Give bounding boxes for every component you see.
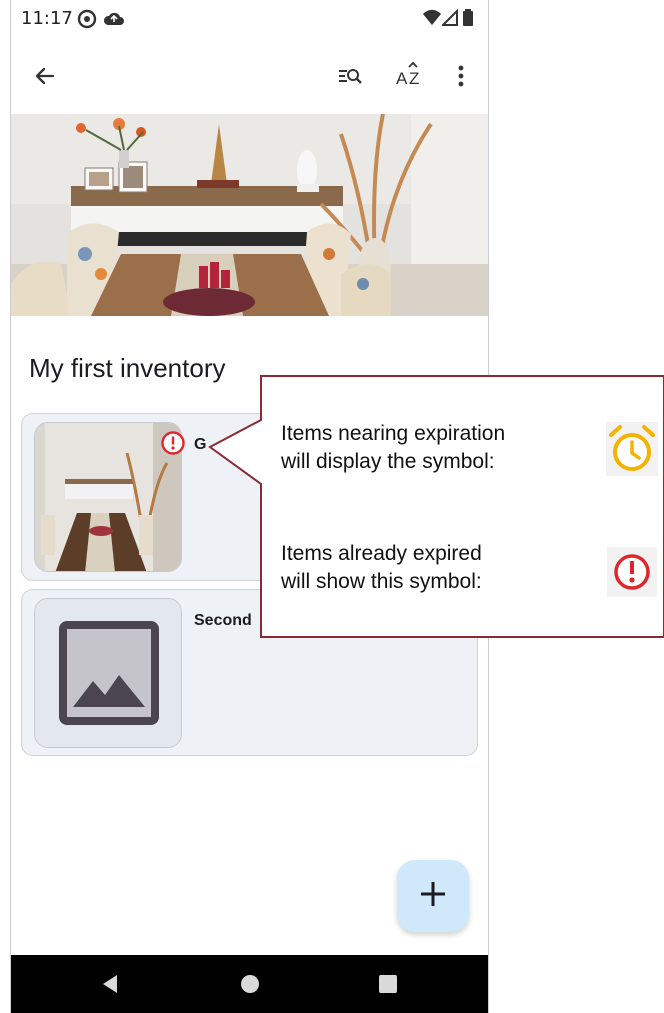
nav-home-icon[interactable] <box>237 971 263 997</box>
status-bar: 11:17 <box>11 0 488 38</box>
battery-icon <box>462 9 474 32</box>
alarm-clock-icon <box>606 422 658 481</box>
phone-screen: 11:17 A Z My first inventory G Second <box>10 0 489 1013</box>
inventory-item-card[interactable]: Second <box>21 589 478 756</box>
nav-back-icon[interactable] <box>97 971 123 997</box>
app-bar: A Z <box>11 44 488 108</box>
svg-text:A: A <box>396 69 408 88</box>
item-thumbnail-placeholder <box>34 598 182 748</box>
wifi-icon <box>423 9 441 32</box>
back-arrow-icon[interactable] <box>23 54 67 98</box>
inventory-item-card[interactable]: G <box>21 413 478 581</box>
inventory-title: My first inventory <box>29 353 226 383</box>
expired-alert-icon <box>160 430 186 461</box>
expired-alert-icon <box>607 547 657 602</box>
plus-icon <box>418 879 448 914</box>
status-time: 11:17 <box>21 8 73 29</box>
more-vert-icon[interactable] <box>439 54 483 98</box>
item-title: G <box>194 436 207 453</box>
system-nav-bar <box>11 955 488 1013</box>
add-item-button[interactable] <box>397 860 469 932</box>
nav-recents-icon[interactable] <box>375 971 401 997</box>
inventory-cover-image <box>11 114 488 316</box>
signal-icon <box>440 8 458 32</box>
item-title: Second <box>194 612 252 629</box>
svg-text:Z: Z <box>409 69 419 88</box>
cloud-icon <box>103 9 125 34</box>
image-placeholder-icon <box>35 599 181 747</box>
sort-az-icon[interactable]: A Z <box>388 54 432 98</box>
sync-icon <box>77 9 97 34</box>
search-list-icon[interactable] <box>328 54 372 98</box>
